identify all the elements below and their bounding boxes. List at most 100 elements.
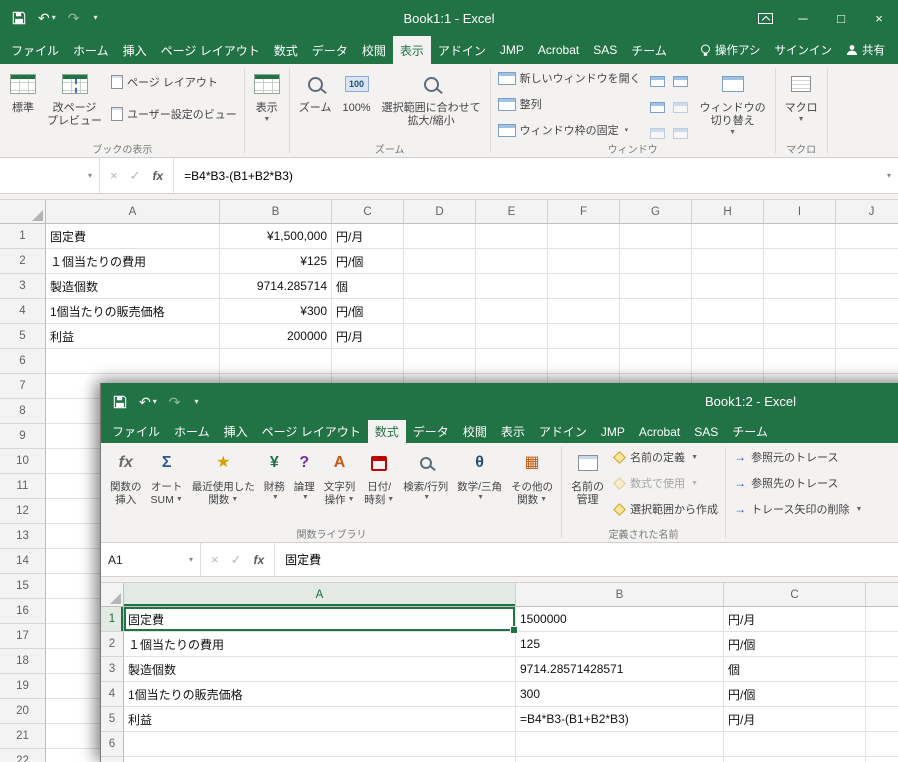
- tab-addins[interactable]: アドイン: [532, 420, 594, 443]
- tab-data[interactable]: データ: [406, 420, 456, 443]
- name-box-dropdown-icon[interactable]: ▾: [189, 555, 193, 564]
- row-header-5[interactable]: 5: [101, 707, 124, 732]
- column-header-A[interactable]: A: [46, 200, 220, 224]
- cell-F2[interactable]: [548, 249, 620, 274]
- trace-precedents-button[interactable]: 参照元のトレース: [730, 447, 865, 467]
- lookup-reference-button[interactable]: 検索/行列 ▼: [399, 445, 452, 505]
- cell-J1[interactable]: [836, 224, 898, 249]
- cell-B4[interactable]: 300: [516, 682, 724, 707]
- cell-D2[interactable]: [866, 632, 898, 657]
- row-header-20[interactable]: 20: [0, 699, 46, 724]
- tab-addins[interactable]: アドイン: [431, 36, 493, 64]
- row-header-4[interactable]: 4: [0, 299, 46, 324]
- remove-arrows-button[interactable]: トレース矢印の削除 ▼: [730, 499, 865, 519]
- row-header-14[interactable]: 14: [0, 549, 46, 574]
- cell-H1[interactable]: [692, 224, 764, 249]
- cell-G6[interactable]: [620, 349, 692, 374]
- select-all-corner[interactable]: [0, 200, 46, 224]
- row-header-16[interactable]: 16: [0, 599, 46, 624]
- formula-input[interactable]: 固定費: [275, 543, 898, 576]
- normal-view-button[interactable]: 標準: [5, 66, 41, 118]
- cell-E6[interactable]: [476, 349, 548, 374]
- hide-window-button[interactable]: [647, 95, 669, 120]
- cell-B1[interactable]: 1500000: [516, 607, 724, 632]
- select-all-corner[interactable]: [101, 583, 124, 607]
- tab-review[interactable]: 校閲: [355, 36, 393, 64]
- new-window-button[interactable]: 新しいウィンドウを開く: [495, 68, 644, 88]
- page-layout-view-button[interactable]: ページ レイアウト: [108, 72, 240, 92]
- tab-review[interactable]: 校閲: [456, 420, 494, 443]
- cell-I5[interactable]: [764, 324, 836, 349]
- tab-file[interactable]: ファイル: [4, 36, 66, 64]
- cell-C6[interactable]: [332, 349, 404, 374]
- cell-D3[interactable]: [866, 657, 898, 682]
- cell-J2[interactable]: [836, 249, 898, 274]
- cell-B5[interactable]: 200000: [220, 324, 332, 349]
- cell-F6[interactable]: [548, 349, 620, 374]
- cell-H6[interactable]: [692, 349, 764, 374]
- define-name-button[interactable]: 名前の定義 ▼: [610, 447, 721, 467]
- enter-button[interactable]: ✓: [130, 168, 141, 184]
- date-time-button[interactable]: 日付/ 時刻▼: [360, 445, 398, 509]
- cell-J3[interactable]: [836, 274, 898, 299]
- cell-I6[interactable]: [764, 349, 836, 374]
- row-header-3[interactable]: 3: [0, 274, 46, 299]
- tab-file[interactable]: ファイル: [105, 420, 167, 443]
- column-header-I[interactable]: I: [764, 200, 836, 224]
- name-manager-button[interactable]: 名前の 管理: [566, 445, 609, 510]
- tab-page-layout[interactable]: ページ レイアウト: [255, 420, 368, 443]
- undo-dropdown-icon[interactable]: ▾: [52, 14, 56, 22]
- row-header-1[interactable]: 1: [101, 607, 124, 632]
- cell-C3[interactable]: 個: [332, 274, 404, 299]
- column-header-H[interactable]: H: [692, 200, 764, 224]
- tab-sas[interactable]: SAS: [586, 36, 624, 64]
- cell-A7[interactable]: [124, 757, 516, 762]
- arrange-all-button[interactable]: 整列: [495, 94, 644, 114]
- tab-view[interactable]: 表示: [393, 36, 431, 64]
- tab-formulas[interactable]: 数式: [368, 420, 406, 443]
- cell-C5[interactable]: 円/月: [332, 324, 404, 349]
- row-header-7[interactable]: 7: [101, 757, 124, 762]
- row-header-5[interactable]: 5: [0, 324, 46, 349]
- row-header-7[interactable]: 7: [0, 374, 46, 399]
- cell-E2[interactable]: [476, 249, 548, 274]
- create-from-selection-button[interactable]: 選択範囲から作成: [610, 499, 721, 519]
- macros-button[interactable]: マクロ ▼: [780, 66, 823, 128]
- cell-G5[interactable]: [620, 324, 692, 349]
- cell-D4[interactable]: [866, 682, 898, 707]
- enter-button[interactable]: ✓: [231, 552, 242, 568]
- split-button[interactable]: [647, 69, 669, 94]
- cell-D5[interactable]: [866, 707, 898, 732]
- cell-D5[interactable]: [404, 324, 476, 349]
- row-header-8[interactable]: 8: [0, 399, 46, 424]
- cell-D2[interactable]: [404, 249, 476, 274]
- name-box[interactable]: A1 ▾: [101, 543, 201, 576]
- undo-dropdown-icon[interactable]: ▾: [153, 398, 157, 406]
- cell-A3[interactable]: 製造個数: [124, 657, 516, 682]
- view-side-by-side-button[interactable]: [670, 69, 692, 94]
- more-functions-button[interactable]: ▦ その他の 関数▼: [507, 445, 557, 509]
- zoom-to-selection-button[interactable]: 選択範囲に合わせて 拡大/縮小: [377, 66, 486, 131]
- column-header-B[interactable]: B: [220, 200, 332, 224]
- cell-B4[interactable]: ¥300: [220, 299, 332, 324]
- cell-D3[interactable]: [404, 274, 476, 299]
- cell-D4[interactable]: [404, 299, 476, 324]
- cell-B6[interactable]: [516, 732, 724, 757]
- custom-views-button[interactable]: ユーザー設定のビュー: [108, 104, 240, 124]
- row-header-13[interactable]: 13: [0, 524, 46, 549]
- row-header-17[interactable]: 17: [0, 624, 46, 649]
- cell-C5[interactable]: 円/月: [724, 707, 866, 732]
- tab-jmp[interactable]: JMP: [594, 420, 632, 443]
- tab-acrobat[interactable]: Acrobat: [531, 36, 586, 64]
- cell-C1[interactable]: 円/月: [724, 607, 866, 632]
- recently-used-button[interactable]: ★ 最近使用した 関数▼: [188, 445, 259, 509]
- row-header-22[interactable]: 22: [0, 749, 46, 762]
- row-header-10[interactable]: 10: [0, 449, 46, 474]
- maximize-button[interactable]: □: [822, 0, 860, 36]
- cell-A5[interactable]: 利益: [124, 707, 516, 732]
- row-header-3[interactable]: 3: [101, 657, 124, 682]
- tab-jmp[interactable]: JMP: [493, 36, 531, 64]
- row-header-18[interactable]: 18: [0, 649, 46, 674]
- math-trig-button[interactable]: θ 数学/三角 ▼: [453, 445, 506, 505]
- cell-C6[interactable]: [724, 732, 866, 757]
